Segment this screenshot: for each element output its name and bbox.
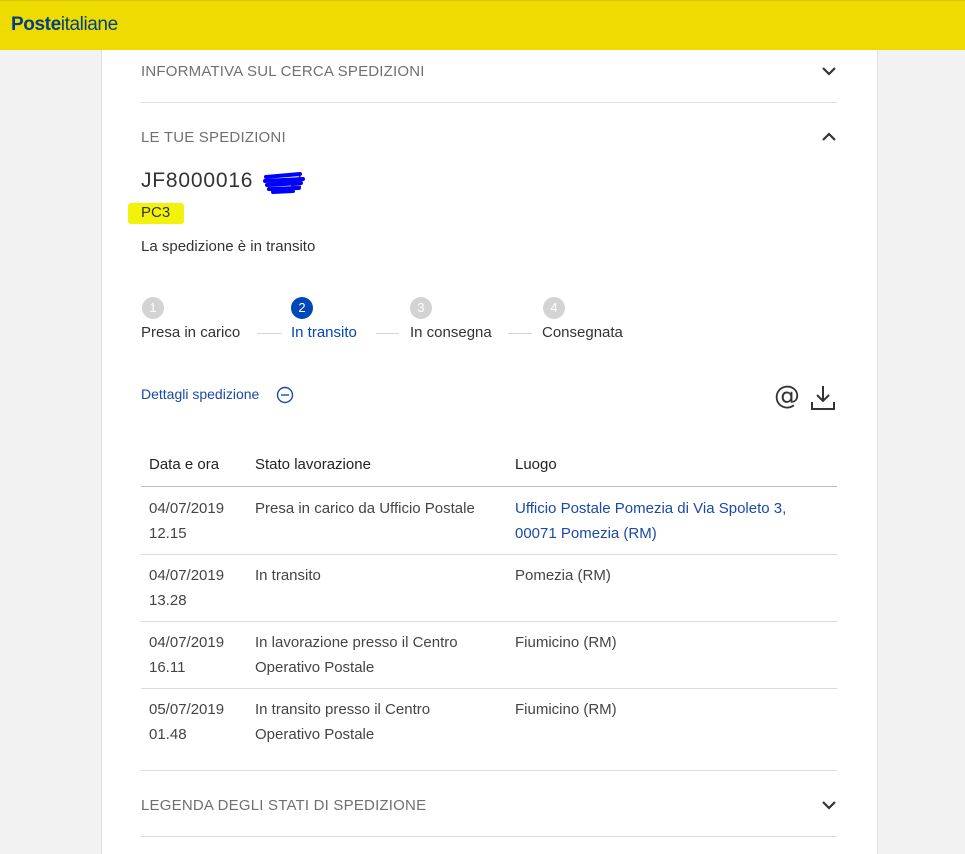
divider	[141, 836, 837, 837]
row-date: 05/07/2019	[149, 701, 225, 718]
download-icon[interactable]	[810, 383, 836, 411]
row-luogo-line[interactable]: Ufficio Postale Pomezia di Via Spoleto 3…	[515, 496, 786, 521]
row-divider	[141, 621, 837, 622]
table-row-2-datetime: 04/07/2019 13.28	[149, 563, 224, 613]
table-row-4-stato: In transito presso il Centro Operativo P…	[255, 697, 430, 747]
row-stato-line: In transito presso il Centro	[255, 701, 431, 718]
row-time: 16.11	[149, 659, 186, 676]
header-stato-lavorazione: Stato lavorazione	[255, 456, 371, 473]
divider	[141, 770, 837, 771]
legenda-title: LEGENDA DEGLI STATI DI SPEDIZIONE	[141, 797, 427, 814]
dettagli-spedizione-link[interactable]: Dettagli spedizione	[141, 386, 259, 402]
row-luogo-line: Fiumicino (RM)	[515, 634, 617, 651]
row-time: 12.15	[149, 525, 187, 542]
le-tue-spedizioni-title: LE TUE SPEDIZIONI	[141, 129, 286, 146]
divider	[141, 102, 837, 103]
step-4-circle: 4	[543, 297, 565, 319]
table-row-1-luogo-link[interactable]: Ufficio Postale Pomezia di Via Spoleto 3…	[515, 496, 786, 546]
top-bar: Posteitaliane	[0, 0, 965, 50]
table-row-1-datetime: 04/07/2019 12.15	[149, 496, 224, 546]
le-tue-spedizioni-accordion-header[interactable]: LE TUE SPEDIZIONI	[141, 129, 837, 149]
row-stato-line: In lavorazione presso il Centro	[255, 634, 458, 651]
step-1-label: Presa in carico	[141, 324, 241, 341]
table-row-3-datetime: 04/07/2019 16.11	[149, 630, 224, 680]
table-row-3-luogo: Fiumicino (RM)	[515, 630, 617, 655]
row-time: 01.48	[149, 726, 187, 743]
row-stato-line: Presa in carico da Ufficio Postale	[255, 500, 475, 517]
row-stato-line: In transito	[255, 567, 321, 584]
step-connector	[508, 333, 532, 334]
informativa-title: INFORMATIVA SUL CERCA SPEDIZIONI	[141, 63, 425, 80]
table-row-2-stato: In transito	[255, 563, 321, 588]
row-divider	[141, 554, 837, 555]
step-3-circle: 3	[410, 297, 432, 319]
table-row-4-luogo: Fiumicino (RM)	[515, 697, 617, 722]
chevron-up-icon	[822, 132, 836, 141]
poste-italiane-logo[interactable]: Posteitaliane	[11, 14, 118, 36]
shipment-status-text: La spedizione è in transito	[141, 238, 316, 255]
chevron-down-icon	[822, 801, 836, 810]
table-header-divider	[141, 486, 837, 487]
step-3-label: In consegna	[410, 324, 492, 341]
table-row-2-luogo: Pomezia (RM)	[515, 563, 611, 588]
step-1-circle: 1	[142, 297, 164, 319]
row-stato-line: Operativo Postale	[255, 659, 375, 676]
header-luogo: Luogo	[515, 456, 557, 473]
table-row-1-stato: Presa in carico da Ufficio Postale	[255, 496, 475, 521]
row-date: 04/07/2019	[149, 567, 225, 584]
row-date: 04/07/2019	[149, 634, 225, 651]
step-connector	[376, 333, 399, 334]
row-divider	[141, 688, 837, 689]
at-icon[interactable]: @	[772, 380, 802, 412]
row-date: 04/07/2019	[149, 500, 225, 517]
row-luogo-line[interactable]: 00071 Pomezia (RM)	[515, 521, 786, 546]
header-data-e-ora: Data e ora	[149, 456, 220, 473]
row-luogo-line: Pomezia (RM)	[515, 567, 611, 584]
step-2-circle: 2	[291, 297, 313, 319]
row-time: 13.28	[149, 592, 187, 609]
step-4-label: Consegnata	[542, 324, 623, 341]
row-stato-line: Operativo Postale	[255, 726, 375, 743]
table-row-4-datetime: 05/07/2019 01.48	[149, 697, 224, 747]
redaction-scribble	[263, 172, 305, 194]
step-2-label: In transito	[291, 324, 357, 341]
table-row-3-stato: In lavorazione presso il Centro Operativ…	[255, 630, 458, 680]
product-code: PC3	[141, 204, 171, 221]
shipment-code-prefix: JF8000016	[141, 169, 254, 192]
step-connector	[257, 333, 282, 334]
product-code-highlight: PC3	[128, 203, 184, 224]
informativa-accordion-header[interactable]: INFORMATIVA SUL CERCA SPEDIZIONI	[141, 63, 837, 83]
minus-circle-icon[interactable]	[276, 386, 294, 404]
legenda-accordion-header[interactable]: LEGENDA DEGLI STATI DI SPEDIZIONE	[141, 797, 837, 817]
chevron-down-icon	[822, 67, 836, 76]
row-luogo-line: Fiumicino (RM)	[515, 701, 617, 718]
